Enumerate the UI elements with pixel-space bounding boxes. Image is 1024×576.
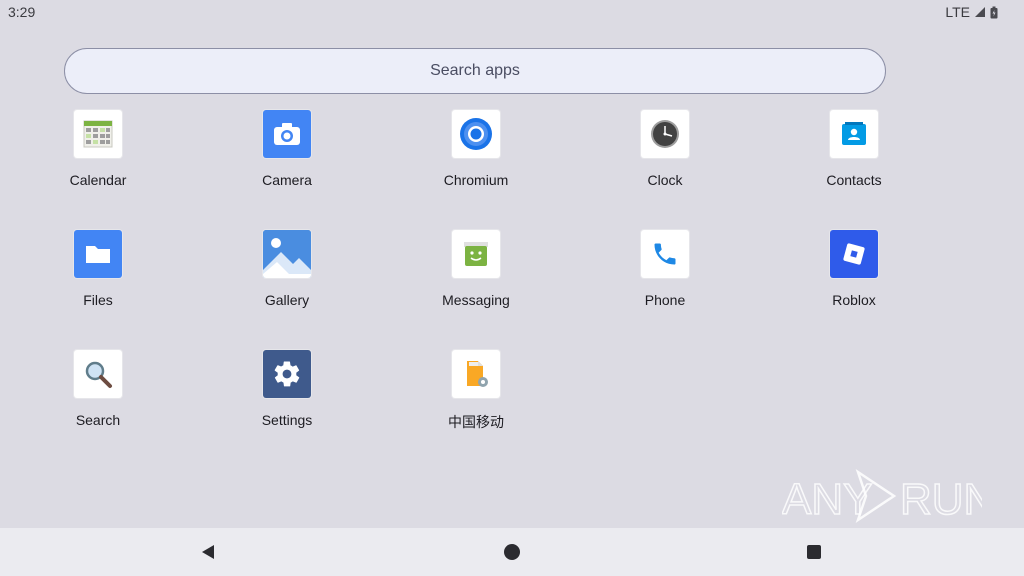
app-chromium[interactable]: Chromium bbox=[416, 110, 536, 188]
app-label: 中国移动 bbox=[448, 414, 504, 430]
chromium-icon bbox=[452, 110, 500, 158]
network-type: LTE bbox=[945, 4, 970, 20]
app-phone[interactable]: Phone bbox=[605, 230, 725, 308]
anyrun-watermark: ANY RUN bbox=[781, 466, 996, 526]
camera-icon bbox=[263, 110, 311, 158]
app-label: Gallery bbox=[264, 292, 310, 308]
app-gallery[interactable]: Gallery bbox=[227, 230, 347, 308]
app-label: Settings bbox=[261, 412, 313, 428]
status-bar: 3:29 LTE bbox=[0, 0, 1024, 24]
clock-icon bbox=[641, 110, 689, 158]
sim-toolkit-icon bbox=[452, 350, 500, 398]
home-icon bbox=[504, 544, 520, 560]
app-label: Messaging bbox=[442, 292, 510, 308]
calendar-icon bbox=[74, 110, 122, 158]
app-files[interactable]: Files bbox=[38, 230, 158, 308]
back-button[interactable] bbox=[196, 540, 220, 564]
app-label: Camera bbox=[262, 172, 312, 188]
app-contacts[interactable]: Contacts bbox=[794, 110, 914, 188]
app-label: Roblox bbox=[832, 292, 876, 308]
recents-icon bbox=[807, 545, 821, 559]
signal-icon bbox=[975, 7, 985, 17]
app-label: Calendar bbox=[69, 172, 127, 188]
app-calendar[interactable]: Calendar bbox=[38, 110, 158, 188]
app-label: Phone bbox=[644, 292, 686, 308]
status-time: 3:29 bbox=[8, 4, 36, 20]
app-roblox[interactable]: Roblox bbox=[794, 230, 914, 308]
app-label: Search bbox=[75, 412, 121, 428]
app-search[interactable]: Search bbox=[38, 350, 158, 428]
back-icon bbox=[202, 545, 214, 559]
search-apps-input[interactable]: Search apps bbox=[64, 48, 886, 94]
app-messaging[interactable]: Messaging bbox=[416, 230, 536, 308]
gallery-icon bbox=[263, 230, 311, 278]
magnifier-icon bbox=[74, 350, 122, 398]
app-label: Contacts bbox=[826, 172, 882, 188]
search-placeholder: Search apps bbox=[430, 62, 520, 79]
app-label: Files bbox=[83, 292, 113, 308]
recents-button[interactable] bbox=[802, 540, 826, 564]
app-settings[interactable]: Settings bbox=[227, 350, 347, 428]
svg-text:RUN: RUN bbox=[900, 475, 982, 524]
home-button[interactable] bbox=[500, 540, 524, 564]
contacts-icon bbox=[830, 110, 878, 158]
phone-icon bbox=[641, 230, 689, 278]
navigation-bar bbox=[0, 528, 1024, 576]
app-camera[interactable]: Camera bbox=[227, 110, 347, 188]
app-label: Clock bbox=[647, 172, 683, 188]
app-sim-toolkit[interactable]: 中国移动 bbox=[416, 350, 536, 432]
folder-icon bbox=[74, 230, 122, 278]
battery-icon bbox=[990, 6, 998, 18]
messaging-icon bbox=[452, 230, 500, 278]
gear-icon bbox=[263, 350, 311, 398]
app-clock[interactable]: Clock bbox=[605, 110, 725, 188]
roblox-icon bbox=[830, 230, 878, 278]
app-label: Chromium bbox=[443, 172, 509, 188]
status-icons: LTE bbox=[945, 4, 998, 20]
